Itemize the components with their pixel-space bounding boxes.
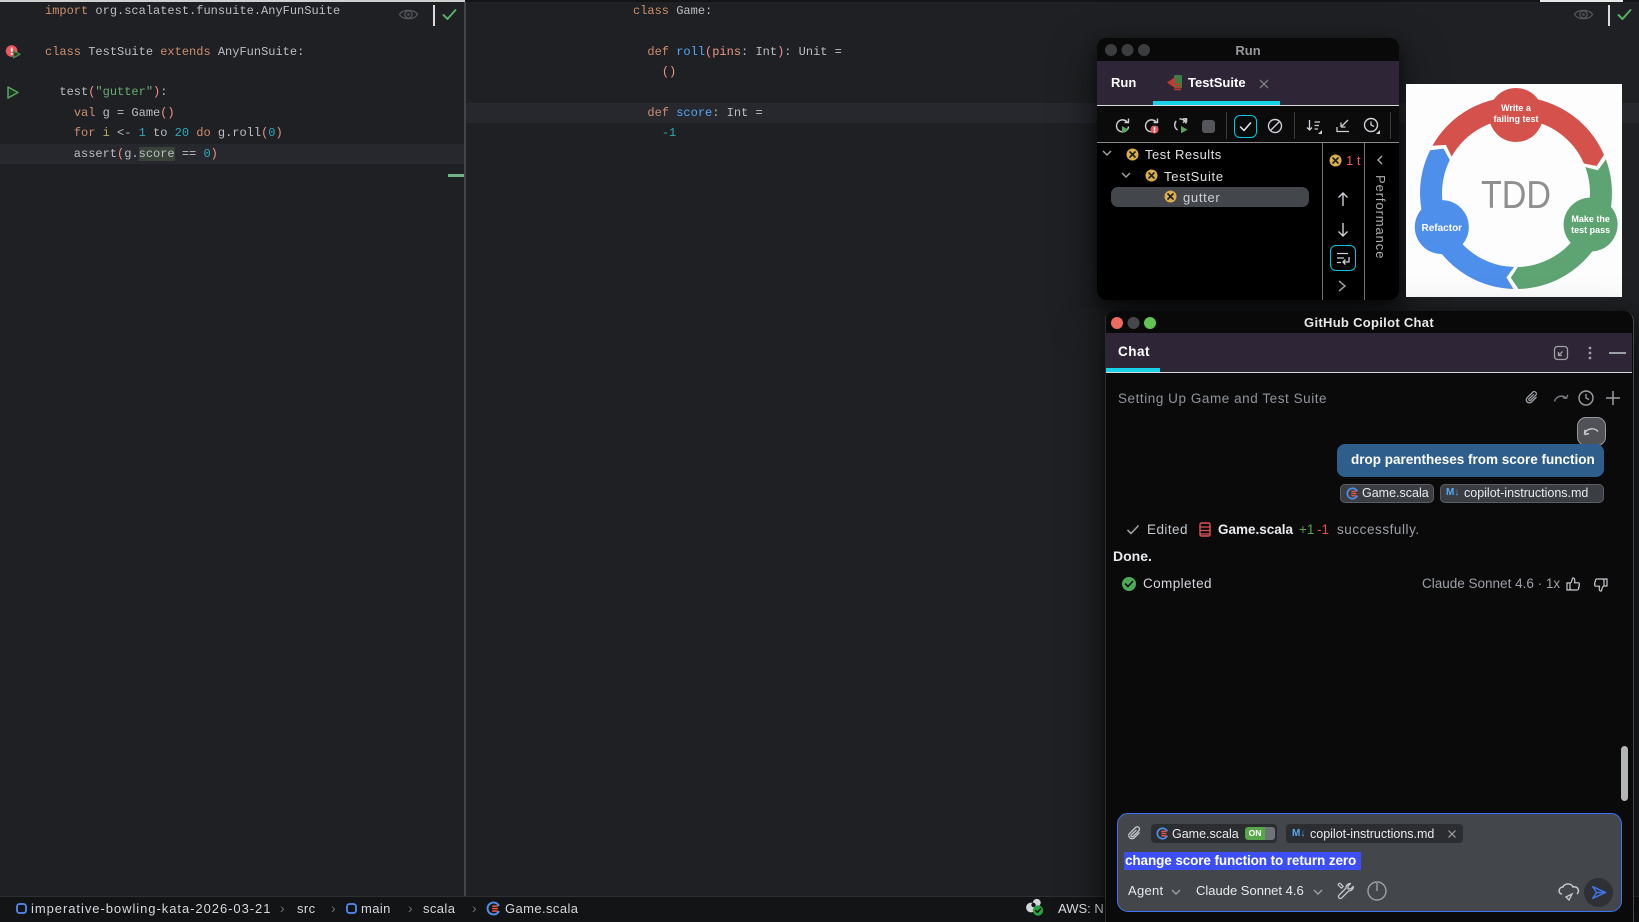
svg-text:TDD: TDD (1481, 174, 1551, 217)
svg-text:Make the: Make the (1571, 214, 1610, 224)
svg-text:Write a: Write a (1501, 103, 1532, 113)
svg-text:test pass: test pass (1571, 225, 1610, 235)
svg-text:failing test: failing test (1493, 114, 1538, 124)
svg-text:Refactor: Refactor (1422, 223, 1463, 234)
